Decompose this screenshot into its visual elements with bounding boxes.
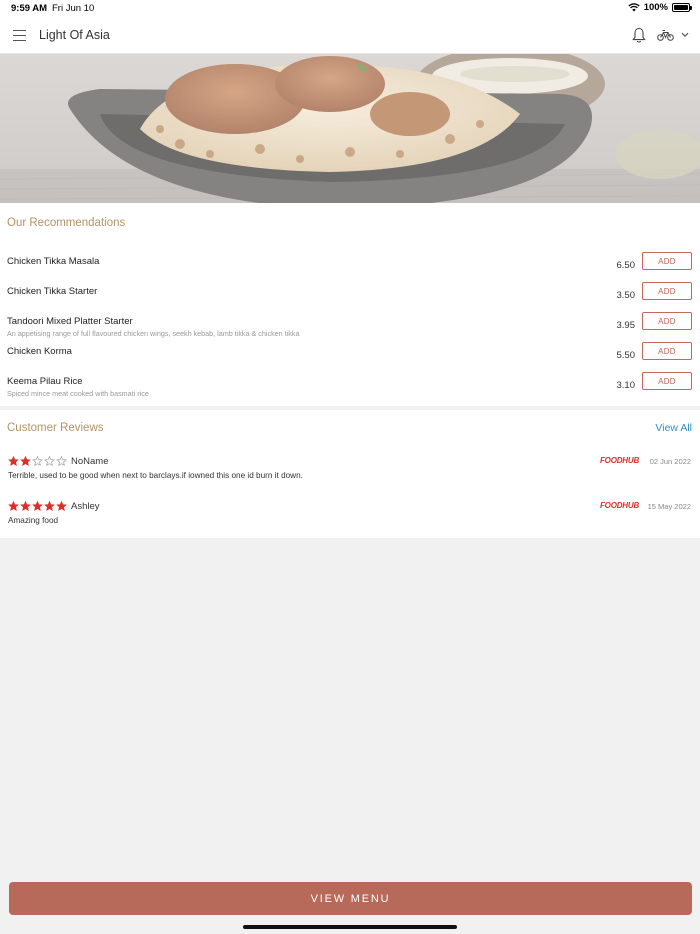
hero-food-image [0,54,700,203]
foodhub-logo: FOODHUB [600,501,640,510]
item-description: An appetising range of full flavoured ch… [7,329,300,338]
star-filled-icon [8,456,19,466]
add-button[interactable]: ADD [642,372,692,390]
recommendations-title: Our Recommendations [7,217,126,229]
status-date: Fri Jun 10 [52,3,95,14]
reviews-title: Customer Reviews [7,422,104,434]
star-filled-icon [20,456,31,466]
recommendation-item: Chicken Tikka Starter 3.50 ADD [0,282,700,314]
recommendation-item: Tandoori Mixed Platter Starter An appeti… [0,312,700,344]
recommendations-section: Our Recommendations Chicken Tikka Masala… [0,203,700,406]
chevron-down-icon[interactable] [681,32,689,38]
bike-icon[interactable] [657,29,674,41]
restaurant-title: Light Of Asia [39,28,110,42]
item-description: Spiced mince meat cooked with basmati ri… [7,389,149,398]
home-indicator [243,925,457,929]
item-name: Chicken Tikka Starter [7,286,98,297]
star-empty-icon [32,456,43,466]
review-item: Ashley FOODHUB 15 May 2022 Amazing food [0,501,700,535]
star-filled-icon [8,501,19,511]
item-price: 3.95 [616,320,636,331]
item-price: 6.50 [616,260,636,271]
add-button[interactable]: ADD [642,342,692,360]
reviewer-name: Ashley [71,501,100,512]
review-date: 15 May 2022 [647,502,691,511]
wifi-icon [628,3,640,12]
star-empty-icon [44,456,55,466]
star-filled-icon [44,501,55,511]
star-filled-icon [20,501,31,511]
item-name: Keema Pilau Rice [7,376,83,387]
reviewer-name: NoName [71,456,109,467]
recommendation-item: Chicken Korma 5.50 ADD [0,342,700,374]
add-button[interactable]: ADD [642,312,692,330]
reviews-section: Customer Reviews View All NoName FOODHUB… [0,410,700,538]
review-text: Amazing food [8,516,59,525]
status-time: 9:59 AM [11,3,48,14]
item-name: Chicken Korma [7,346,72,357]
battery-percent: 100% [643,2,668,13]
item-price: 5.50 [616,350,636,361]
star-filled-icon [56,501,67,511]
add-button[interactable]: ADD [642,282,692,300]
view-menu-button[interactable]: VIEW MENU [9,882,692,915]
foodhub-logo: FOODHUB [600,456,640,465]
item-name: Chicken Tikka Masala [7,256,100,267]
item-price: 3.10 [616,380,636,391]
star-rating [8,501,67,511]
review-text: Terrible, used to be good when next to b… [8,471,303,480]
bell-icon[interactable] [632,27,646,44]
review-item: NoName FOODHUB 02 Jun 2022 Terrible, use… [0,456,700,490]
star-filled-icon [32,501,43,511]
battery-icon [672,3,692,12]
status-right: 100% [628,2,692,13]
biryani-bowl-image [0,54,700,203]
status-bar: 9:59 AM Fri Jun 10 100% [0,0,700,18]
menu-icon[interactable] [13,30,26,41]
recommendation-item: Keema Pilau Rice Spiced mince meat cooke… [0,372,700,404]
recommendation-item: Chicken Tikka Masala 6.50 ADD [0,252,700,284]
add-button[interactable]: ADD [642,252,692,270]
star-empty-icon [56,456,67,466]
view-all-link[interactable]: View All [655,422,692,434]
item-name: Tandoori Mixed Platter Starter [7,316,133,327]
nav-bar: Light Of Asia [0,18,700,54]
star-rating [8,456,67,466]
review-date: 02 Jun 2022 [649,457,691,466]
item-price: 3.50 [616,290,636,301]
